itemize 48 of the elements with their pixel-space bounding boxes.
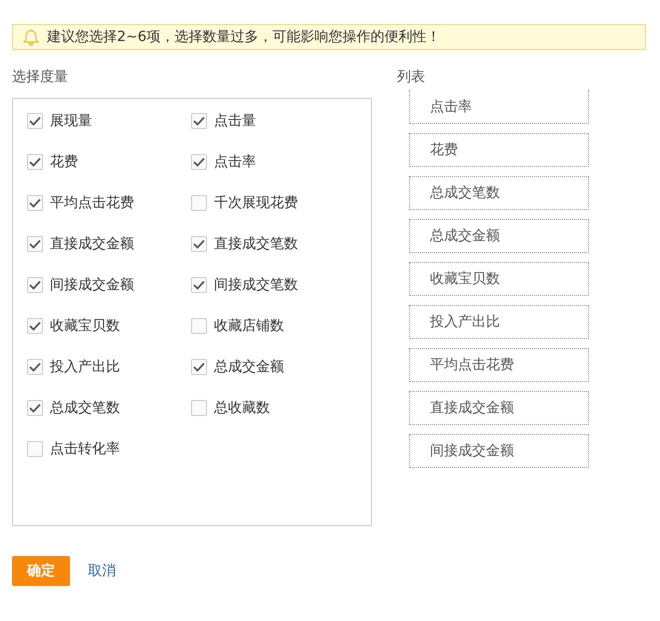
list-item[interactable]: 间接成交金额 [409,434,589,468]
notice-text: 建议您选择2~6项，选择数量过多，可能影响您操作的便利性！ [47,28,441,46]
checkbox[interactable] [27,154,43,170]
checkbox-label: 点击量 [214,112,256,130]
checkbox[interactable] [27,441,43,457]
checkbox[interactable] [191,359,207,375]
checkbox[interactable] [27,318,43,334]
checkbox-label: 直接成交金额 [50,235,134,253]
section-title: 列表 [397,68,426,87]
checkbox-label: 花费 [50,153,78,171]
list-item[interactable]: 平均点击花费 [409,348,589,382]
checkbox-label: 展现量 [50,112,92,130]
checkbox[interactable] [27,277,43,293]
checkbox-label: 投入产出比 [50,358,120,376]
list-item[interactable]: 总成交笔数 [409,176,589,210]
list-item[interactable]: 总成交金额 [409,219,589,253]
checkbox-label: 间接成交金额 [50,276,134,294]
checkbox[interactable] [191,318,207,334]
checkbox[interactable] [27,113,43,129]
checkbox[interactable] [191,113,207,129]
checkbox[interactable] [27,400,43,416]
checkbox-label: 总收藏数 [214,399,270,417]
checkbox-label: 千次展现花费 [214,194,298,212]
checkbox[interactable] [191,277,207,293]
list-item[interactable]: 花费 [409,133,589,167]
cancel-link[interactable]: 取消 [88,562,116,580]
checkbox-label: 总成交笔数 [50,399,120,417]
bell-icon [23,28,39,46]
list-item[interactable]: 投入产出比 [409,305,589,339]
checkbox-label: 收藏店铺数 [214,317,284,335]
checkbox[interactable] [191,195,207,211]
checkbox[interactable] [27,236,43,252]
checkbox-label: 平均点击花费 [50,194,134,212]
checkbox[interactable] [191,236,207,252]
list-item[interactable]: 点击率 [409,90,589,124]
checkbox[interactable] [191,400,207,416]
checkbox[interactable] [27,359,43,375]
checkbox-label: 点击转化率 [50,440,120,458]
checkbox-label: 直接成交笔数 [214,235,298,253]
list-item[interactable]: 直接成交金额 [409,391,589,425]
checkbox-label: 间接成交笔数 [214,276,298,294]
checkbox-label: 收藏宝贝数 [50,317,120,335]
section-title: 选择度量 [12,68,69,87]
checkbox-label: 总成交金额 [214,358,284,376]
list-item[interactable]: 收藏宝贝数 [409,262,589,296]
checkbox-label: 点击率 [214,153,256,171]
checkbox[interactable] [191,154,207,170]
checkbox[interactable] [27,195,43,211]
